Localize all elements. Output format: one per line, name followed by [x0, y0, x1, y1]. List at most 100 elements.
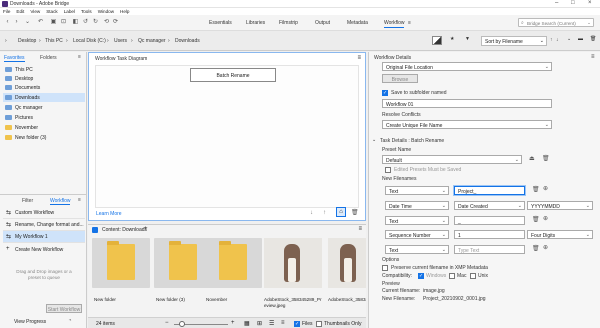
add-row-icon[interactable]: ⊕ [543, 185, 548, 192]
search-input[interactable]: ⌕ Bridge Search (Current) ⌄ [518, 18, 594, 27]
maximize-icon[interactable]: □ [571, 0, 575, 6]
favorite-this-pc[interactable]: This PC [3, 65, 85, 74]
rename-type-select[interactable]: Text ⌄ [385, 186, 449, 195]
tab-filmstrip[interactable]: Filmstrip [279, 20, 298, 26]
delete-icon[interactable]: 🗑 [590, 36, 596, 42]
favorite-documents[interactable]: Documents [3, 83, 85, 92]
learn-more-link[interactable]: Learn More [96, 211, 122, 217]
breadcrumb-desktop[interactable]: Desktop [18, 38, 36, 44]
filter-icon[interactable]: ▼ [465, 36, 470, 42]
menu-view[interactable]: View [30, 9, 40, 14]
delete-task-icon[interactable]: 🗑 [351, 209, 359, 216]
favorite-desktop[interactable]: Desktop [3, 74, 85, 83]
zoom-slider-thumb[interactable] [179, 321, 185, 327]
search-dropdown-icon[interactable]: ⌄ [587, 20, 591, 26]
add-content-icon[interactable]: + [144, 226, 148, 232]
zoom-out-icon[interactable]: − [165, 320, 169, 326]
thumbnails-only-checkbox[interactable] [316, 321, 322, 327]
workflow-item-my-workflow[interactable]: ⇆ My Workflow 1 [3, 231, 85, 243]
add-row-icon[interactable]: ⊕ [543, 215, 548, 222]
panel-menu-icon[interactable]: ≡ [358, 226, 362, 232]
mac-checkbox[interactable] [449, 273, 455, 279]
refine-icon[interactable]: ⊡ [60, 19, 67, 26]
panel-menu-icon[interactable]: ≡ [78, 197, 81, 203]
rotate-ccw-icon[interactable]: ↺ [82, 19, 89, 26]
sidebar-toggle-icon[interactable]: › [5, 38, 7, 44]
move-up-icon[interactable]: ↑ [323, 210, 326, 216]
favorite-qc-manager[interactable]: Qc manager [3, 103, 85, 112]
subfolder-name-input[interactable]: Workflow 01 [382, 99, 552, 108]
breadcrumb-downloads[interactable]: Downloads [175, 38, 200, 44]
sort-select[interactable]: Sort by Filename ⌄ [481, 36, 547, 46]
workflow-item-rename[interactable]: ⇆ Rename, Change format and... [3, 219, 85, 231]
details-view-icon[interactable]: ☰ [269, 320, 274, 327]
tab-favorites[interactable]: Favorites [4, 55, 25, 62]
rotate-icon[interactable]: ⟲ [103, 19, 110, 26]
sequence-start-input[interactable]: 1 [454, 230, 525, 239]
open-recent-icon[interactable]: ⌄ [567, 36, 571, 42]
rename-type-select[interactable]: Text ⌄ [385, 245, 449, 254]
tab-output[interactable]: Output [315, 20, 330, 26]
delete-preset-icon[interactable]: 🗑 [542, 155, 550, 162]
rename-type-select[interactable]: Sequence Number ⌄ [385, 230, 449, 239]
panel-menu-icon[interactable]: ≡ [591, 54, 595, 60]
workspace-menu-icon[interactable]: ≡ [408, 20, 411, 26]
new-folder-icon[interactable]: ▬ [578, 36, 583, 42]
breadcrumb-qc-manager[interactable]: Qc manager [138, 38, 166, 44]
menu-window[interactable]: Window [98, 9, 114, 14]
favorite-pictures[interactable]: Pictures [3, 113, 85, 122]
breadcrumb-this-pc[interactable]: This PC [45, 38, 63, 44]
rename-text-input[interactable]: Type Text [454, 245, 525, 254]
breadcrumb-local-disk[interactable]: Local Disk (C:) [73, 38, 106, 44]
panel-menu-icon[interactable]: ≡ [78, 54, 81, 60]
remove-row-icon[interactable]: 🗑 [532, 216, 540, 223]
date-format-select[interactable]: YYYYMMDD ⌄ [527, 201, 593, 210]
tab-folders[interactable]: Folders [40, 55, 57, 61]
favorite-downloads[interactable]: Downloads [3, 93, 85, 102]
thumbnail-november[interactable] [204, 238, 262, 288]
tab-libraries[interactable]: Libraries [246, 20, 265, 26]
task-box-batch-rename[interactable]: Batch Rename [190, 68, 276, 82]
favorite-new-folder-3[interactable]: New folder (3) [3, 133, 85, 142]
remove-row-icon[interactable]: 🗑 [532, 186, 540, 193]
rename-type-select[interactable]: Text ⌄ [385, 216, 449, 225]
files-checkbox[interactable]: ✓ [294, 321, 300, 327]
thumbnail-adobestock-1[interactable] [264, 238, 322, 288]
move-down-icon[interactable]: ↓ [310, 210, 313, 216]
boomerang-icon[interactable]: ↶ [37, 19, 44, 26]
collapse-icon[interactable]: ⌄ [372, 137, 376, 143]
date-source-select[interactable]: Date Created ⌄ [454, 201, 525, 210]
create-new-workflow[interactable]: + Create New Workflow [3, 244, 85, 256]
menu-edit[interactable]: Edit [16, 9, 24, 14]
save-preset-icon[interactable]: ⏏ [529, 155, 535, 162]
tab-metadata[interactable]: Metadata [347, 20, 368, 26]
save-subfolder-checkbox[interactable]: ✓ [382, 90, 388, 96]
sort-direction-icon[interactable]: ↑ [550, 37, 553, 43]
close-icon[interactable]: × [588, 0, 592, 6]
menu-label[interactable]: Label [64, 9, 75, 14]
open-icon[interactable]: ◧ [72, 19, 79, 26]
preserve-filename-checkbox[interactable] [382, 265, 388, 271]
grid-lock-icon[interactable]: ▦ [244, 320, 250, 327]
preset-select[interactable]: Default ⌄ [382, 155, 522, 164]
favorite-november[interactable]: November [3, 123, 85, 132]
tab-filter[interactable]: Filter [22, 198, 33, 204]
menu-help[interactable]: Help [120, 9, 129, 14]
thumbnail-new-folder[interactable] [92, 238, 150, 288]
start-workflow-button[interactable]: Start Workflow [46, 304, 82, 313]
view-progress-link[interactable]: View Progress [14, 319, 46, 325]
rotate-cw-icon[interactable]: ↻ [92, 19, 99, 26]
star-filter-icon[interactable]: ★ [450, 36, 454, 42]
back-icon[interactable]: ‹ [4, 19, 11, 26]
sync-icon[interactable]: ⟳ [112, 19, 119, 26]
breadcrumb-users[interactable]: Users [114, 38, 127, 44]
add-task-icon[interactable]: ⌂ [336, 207, 346, 217]
camera-icon[interactable]: ▣ [50, 19, 57, 26]
tab-workflow[interactable]: Workflow [384, 20, 405, 28]
add-row-icon[interactable]: ⊕ [543, 244, 548, 251]
rename-text-input[interactable]: Project_ [454, 186, 525, 195]
menu-file[interactable]: File [3, 9, 10, 14]
edited-presets-checkbox[interactable] [385, 167, 391, 173]
thumbnail-view-icon[interactable]: ⊞ [257, 320, 262, 327]
rename-type-select[interactable]: Date Time ⌄ [385, 201, 449, 210]
